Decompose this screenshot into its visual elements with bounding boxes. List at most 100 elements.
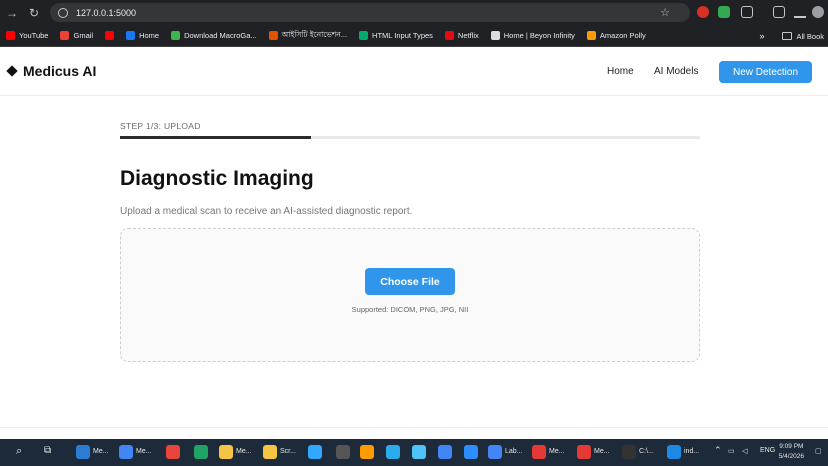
clock-time: 9:09 PM: [779, 443, 804, 450]
bookmark-favicon-icon: [60, 31, 70, 40]
folder-icon: [782, 32, 793, 40]
progress-fill: [120, 136, 312, 139]
site-info-icon[interactable]: [58, 7, 68, 18]
bookmark-favicon-icon: [586, 31, 596, 40]
bookmark-favicon-icon: [105, 31, 115, 40]
os-taskbar: ⌕ ⧉ ⌃ ▭ ◁ ENG 9:09 PM 5/4/2026 ▢ Me... Me…: [0, 439, 828, 466]
taskbar-app-icon[interactable]: [488, 445, 502, 459]
page-footer-divider: [0, 427, 828, 439]
taskbar-app-label: Me...: [549, 448, 565, 455]
brand-logo[interactable]: Medicus AI: [6, 63, 96, 79]
bookmark-favicon-icon: [126, 31, 136, 40]
browser-toolbar: → ↻ 127.0.0.1:5000 ☆: [0, 0, 828, 25]
bookmark-label: HTML Input Types: [372, 31, 433, 40]
taskbar-app-icon[interactable]: [360, 445, 374, 459]
taskbar-app-icon[interactable]: [464, 445, 478, 459]
nav-home-link[interactable]: Home: [607, 66, 634, 77]
taskbar-app-label: Me...: [93, 448, 109, 455]
bookmark-favicon-icon: [268, 31, 278, 40]
extension-icon[interactable]: [718, 6, 730, 18]
reload-icon[interactable]: ↻: [24, 6, 44, 20]
bookmark-label: Amazon Polly: [599, 31, 646, 40]
bookmark-label: Netflix: [457, 31, 479, 40]
taskbar-app-label: C:\...: [639, 448, 654, 455]
choose-file-button[interactable]: Choose File: [365, 268, 455, 295]
bookmark-favicon-icon: [490, 31, 500, 40]
extension-icon[interactable]: [697, 6, 709, 18]
app-navbar: Medicus AI Home AI Models: [0, 48, 828, 96]
bookmark-item[interactable]: Gmail: [60, 31, 93, 40]
back-arrow-icon[interactable]: →: [2, 6, 22, 20]
bookmark-item[interactable]: [105, 31, 118, 40]
taskbar-app-label: Me...: [136, 448, 152, 455]
tab-search-icon[interactable]: [773, 6, 785, 18]
bookmark-label: Home | Beyon Infinity: [503, 31, 575, 40]
taskbar-app-icon[interactable]: [386, 445, 400, 459]
page-title: Diagnostic Imaging: [120, 167, 314, 190]
bookmark-favicon-icon: [6, 31, 15, 40]
nav-ai-models-link[interactable]: AI Models: [654, 66, 698, 77]
all-bookmarks-link[interactable]: All Book: [796, 32, 824, 41]
brand-name: Medicus AI: [23, 63, 97, 79]
bookmark-item[interactable]: Amazon Polly: [586, 31, 646, 40]
bookmarks-bar: YouTube Gmail Home Download MacroGa... আইসিট…: [0, 25, 828, 47]
bookmark-item[interactable]: Download MacroGa...: [171, 31, 257, 40]
tray-overflow-chevron-icon[interactable]: ⌃: [714, 445, 722, 456]
taskbar-app-icon[interactable]: [577, 445, 591, 459]
language-indicator[interactable]: ENG: [760, 447, 775, 454]
more-bookmarks-chevron[interactable]: »: [759, 31, 764, 41]
upload-dropzone[interactable]: Choose File Supported: DICOM, PNG, JPG, …: [120, 228, 700, 362]
bookmark-favicon-icon: [171, 31, 181, 40]
taskbar-app-icon[interactable]: [438, 445, 452, 459]
step-indicator: STEP 1/3: UPLOAD: [120, 121, 201, 131]
bookmark-favicon-icon: [444, 31, 454, 40]
taskbar-app-icon[interactable]: [667, 445, 681, 459]
bookmark-item[interactable]: HTML Input Types: [359, 31, 433, 40]
supported-formats-text: Supported: DICOM, PNG, JPG, NII: [351, 305, 469, 314]
volume-icon[interactable]: ◁: [742, 447, 747, 455]
taskbar-app-icon[interactable]: [263, 445, 277, 459]
taskbar-app-icon[interactable]: [412, 445, 426, 459]
taskbar-app-label: Me...: [236, 448, 252, 455]
taskbar-app-icon[interactable]: [219, 445, 233, 459]
download-icon[interactable]: [794, 6, 806, 18]
bookmark-label: Home: [139, 31, 160, 40]
taskbar-app-icon[interactable]: [336, 445, 350, 459]
bookmark-item[interactable]: YouTube: [6, 31, 48, 40]
bookmark-label: Download MacroGa...: [184, 31, 257, 40]
bookmark-label: YouTube: [19, 31, 49, 40]
bookmark-label: আইসিটি ইনোভেশন...: [281, 29, 348, 39]
bookmark-label: Gmail: [73, 31, 94, 40]
taskbar-app-icon[interactable]: [119, 445, 133, 459]
taskbar-app-icon[interactable]: [532, 445, 546, 459]
search-icon[interactable]: ⌕: [16, 445, 22, 458]
bookmark-favicon-icon: [359, 31, 369, 40]
url-text: 127.0.0.1:5000: [76, 7, 137, 18]
bookmark-item[interactable]: Netflix: [444, 31, 479, 40]
extensions-puzzle-icon[interactable]: [741, 6, 753, 18]
profile-avatar-icon[interactable]: [812, 6, 824, 18]
taskbar-app-icon[interactable]: [622, 445, 636, 459]
taskbar-app-label: Scr...: [280, 448, 296, 455]
taskbar-app-label: Me...: [594, 448, 610, 455]
bookmark-item[interactable]: আইসিটি ইনোভেশন...: [268, 29, 348, 42]
taskbar-app-icon[interactable]: [194, 445, 208, 459]
page-subtitle: Upload a medical scan to receive an AI-a…: [120, 206, 413, 217]
bookmarks-right-area: » All Book: [759, 25, 824, 47]
network-icon[interactable]: ▭: [728, 447, 735, 455]
clock[interactable]: 9:09 PM 5/4/2026: [779, 442, 804, 462]
task-view-icon[interactable]: ⧉: [44, 445, 51, 456]
taskbar-app-label: ind...: [684, 448, 700, 455]
address-bar[interactable]: 127.0.0.1:5000 ☆: [50, 3, 690, 22]
taskbar-app-icon[interactable]: [76, 445, 90, 459]
new-detection-button[interactable]: New Detection: [719, 61, 812, 83]
taskbar-app-icon[interactable]: [166, 445, 180, 459]
taskbar-app-label: Lab...: [505, 448, 523, 455]
bookmark-item[interactable]: Home: [126, 31, 159, 40]
notification-icon[interactable]: ▢: [815, 447, 822, 455]
bookmark-item[interactable]: Home | Beyon Infinity: [490, 31, 575, 40]
bookmark-star-icon[interactable]: ☆: [660, 6, 670, 19]
clock-date: 5/4/2026: [778, 453, 804, 460]
progress-bar: [120, 136, 700, 139]
taskbar-app-icon[interactable]: [308, 445, 322, 459]
